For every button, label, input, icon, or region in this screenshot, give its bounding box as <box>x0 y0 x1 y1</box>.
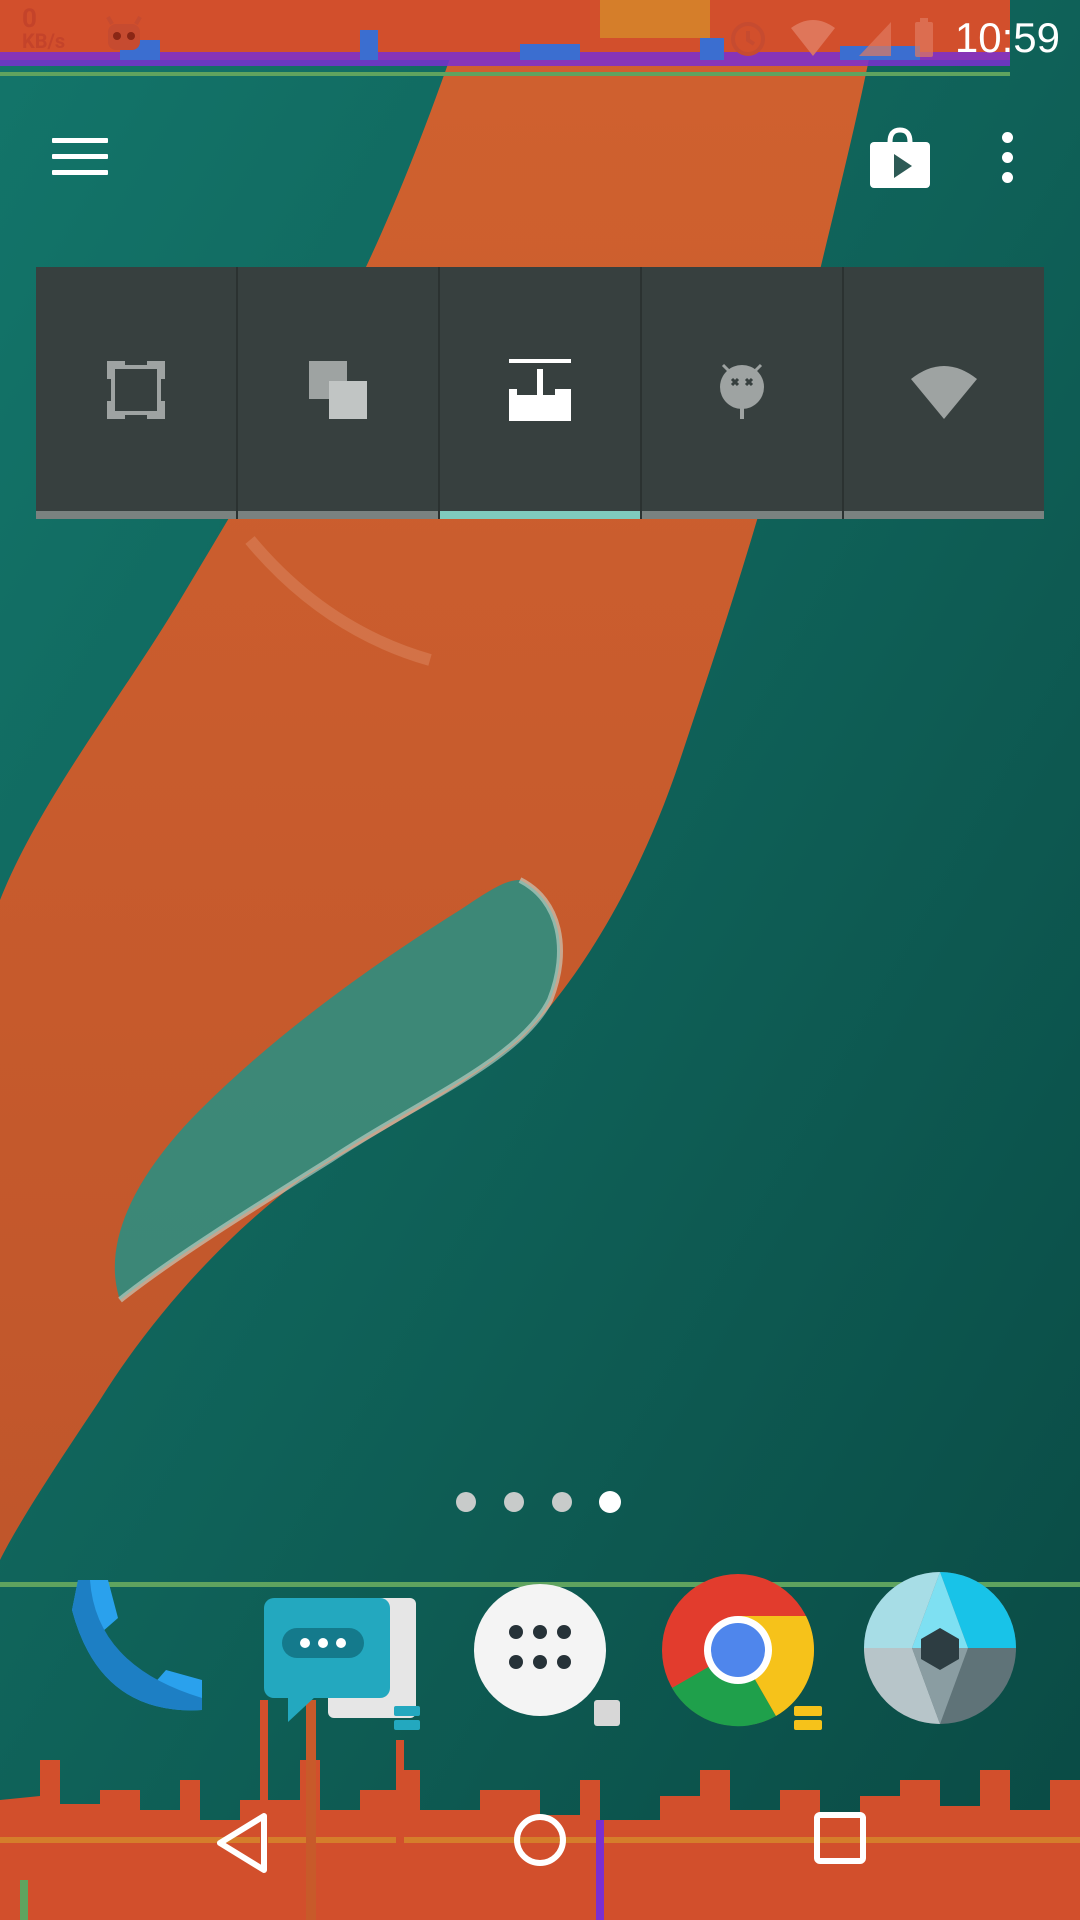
page-dot[interactable] <box>504 1492 524 1512</box>
net-speed: 0 KB/s <box>22 4 66 53</box>
tile-android-debug[interactable] <box>642 267 844 519</box>
home-icon[interactable] <box>512 1812 568 1868</box>
status-icons: 10:59 <box>727 0 1080 76</box>
recents-icon[interactable] <box>814 1812 866 1864</box>
status-bar: 0 KB/s 10:59 <box>0 0 1080 76</box>
phone-icon <box>72 1580 202 1711</box>
tile-wifi[interactable] <box>844 267 1044 519</box>
gpu-profile-icon <box>509 359 571 421</box>
phone-app[interactable] <box>60 1570 230 1730</box>
menu-icon[interactable] <box>52 134 114 178</box>
fullscreen-icon <box>107 361 165 419</box>
overflow-icon[interactable] <box>990 128 1026 188</box>
camera-app[interactable] <box>858 1570 1028 1730</box>
cyanogen-icon <box>106 16 142 50</box>
tile-indicator <box>844 511 1044 519</box>
tile-indicator <box>642 511 842 519</box>
net-speed-unit: KB/s <box>22 29 66 53</box>
messenger-app[interactable] <box>258 1570 428 1730</box>
clock: 10:59 <box>954 14 1060 61</box>
dock <box>0 1570 1080 1730</box>
chrome-icon <box>662 1574 822 1730</box>
play-store-icon[interactable] <box>868 126 932 190</box>
messenger-icon <box>264 1598 420 1730</box>
back-icon[interactable] <box>214 1812 270 1874</box>
page-indicator <box>456 1490 636 1514</box>
android-debug-icon <box>720 363 764 419</box>
page-dot[interactable] <box>552 1492 572 1512</box>
tile-gpu-profile[interactable] <box>440 267 642 519</box>
tile-indicator <box>440 511 640 519</box>
net-speed-value: 0 <box>22 4 37 34</box>
page-dot[interactable] <box>456 1492 476 1512</box>
overlay-icon <box>309 361 367 419</box>
tile-indicator <box>36 511 236 519</box>
battery-icon <box>914 18 933 57</box>
app-drawer[interactable] <box>462 1570 632 1730</box>
signal-icon <box>858 22 891 56</box>
tile-fullscreen[interactable] <box>36 267 238 519</box>
alarm-icon <box>730 22 765 56</box>
camera-icon <box>864 1572 1016 1724</box>
tile-indicator <box>238 511 438 519</box>
wifi-icon <box>790 20 835 56</box>
gpu-profile-nav-graph <box>0 1700 1080 1920</box>
quick-toggle-widget <box>36 267 1044 519</box>
page-dot-current[interactable] <box>599 1491 621 1513</box>
app-drawer-icon <box>474 1584 620 1726</box>
chrome-app[interactable] <box>656 1570 826 1730</box>
home-top-bar <box>0 120 1080 192</box>
navigation-bar <box>0 1700 1080 1920</box>
wifi-icon <box>911 366 977 419</box>
tile-overlay[interactable] <box>238 267 440 519</box>
